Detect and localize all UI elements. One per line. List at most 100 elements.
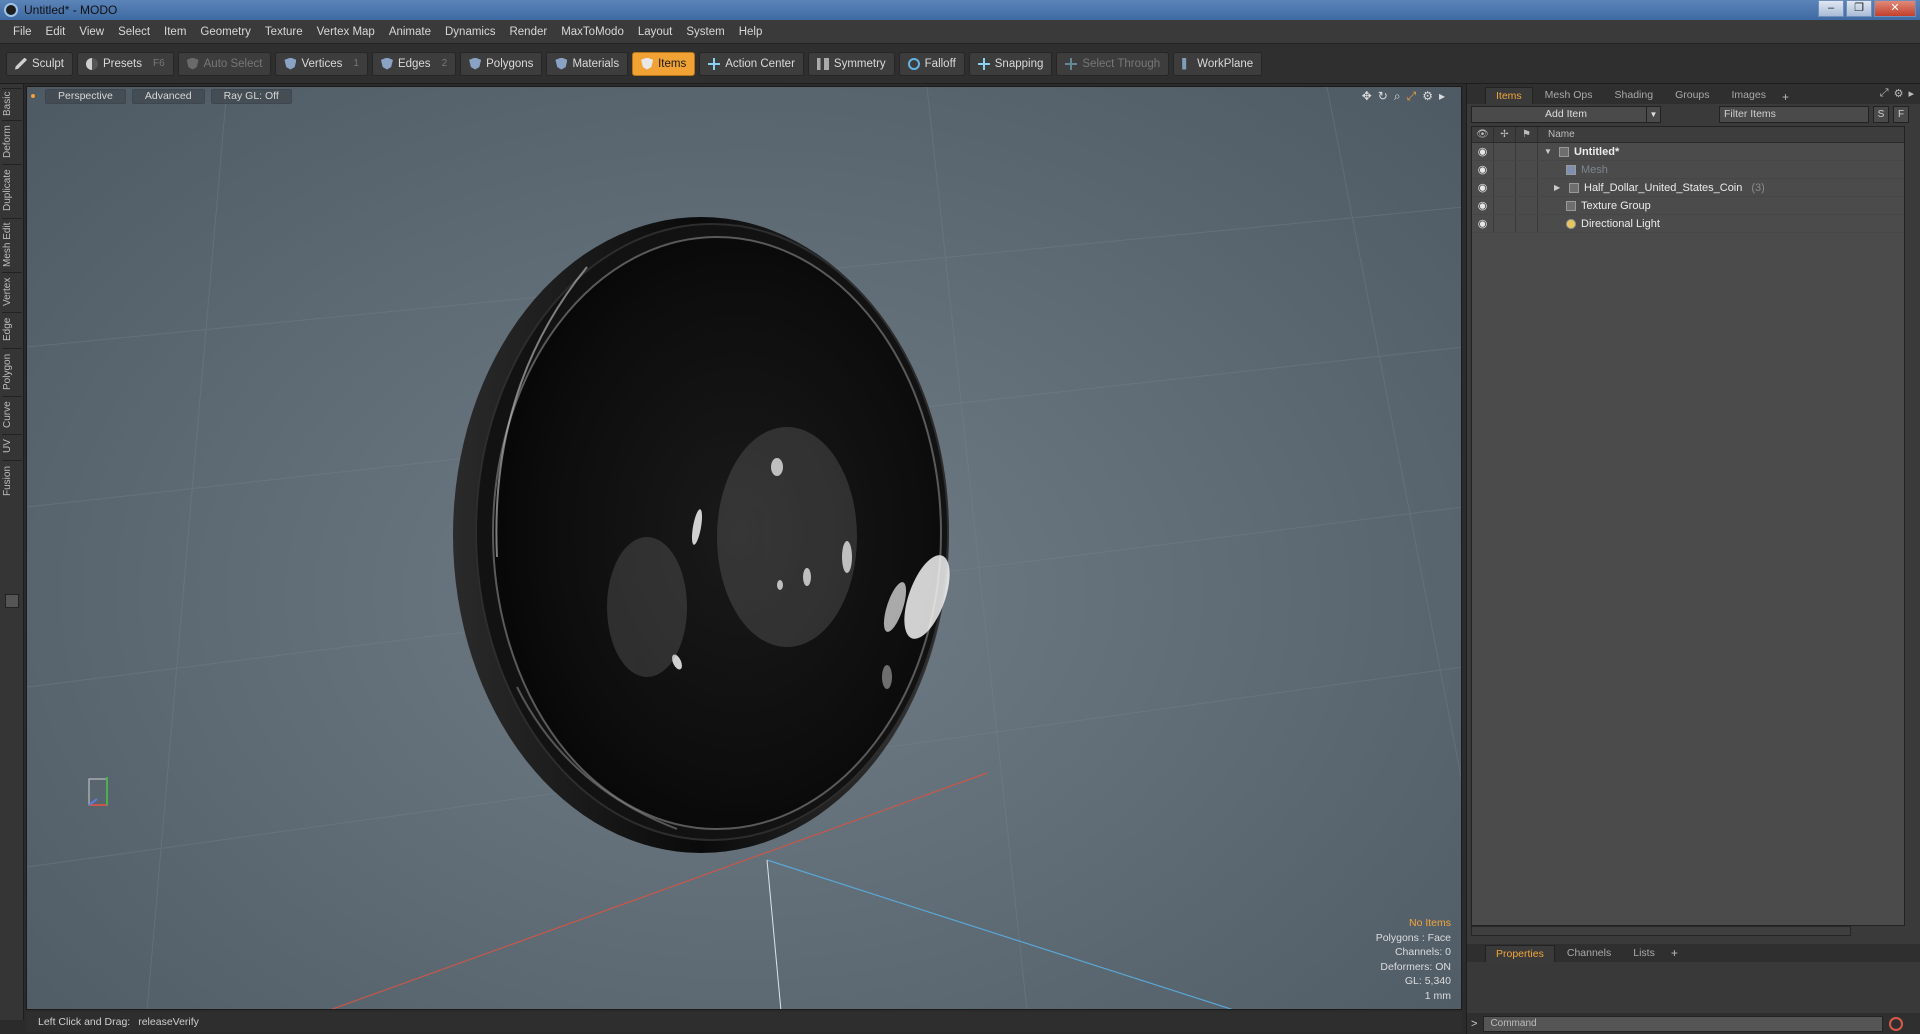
polygons-button[interactable]: Polygons bbox=[460, 51, 543, 76]
panel-gear-icon[interactable]: ⚙ bbox=[1894, 87, 1904, 100]
vertices-button[interactable]: Vertices 1 bbox=[275, 51, 368, 76]
menu-animate[interactable]: Animate bbox=[382, 26, 438, 38]
tab-duplicate[interactable]: Duplicate bbox=[2, 164, 22, 216]
render-column-icon[interactable]: ⚑ bbox=[1516, 127, 1538, 142]
menu-help[interactable]: Help bbox=[732, 26, 770, 38]
filter-items-input[interactable]: Filter Items bbox=[1719, 105, 1869, 123]
sculpt-button[interactable]: Sculpt bbox=[6, 51, 73, 76]
menu-edit[interactable]: Edit bbox=[39, 26, 73, 38]
tab-shading[interactable]: Shading bbox=[1605, 87, 1664, 104]
close-button[interactable]: ✕ bbox=[1874, 0, 1916, 17]
menu-texture[interactable]: Texture bbox=[258, 26, 310, 38]
auto-select-button[interactable]: Auto Select bbox=[177, 51, 272, 76]
light-icon bbox=[1566, 218, 1576, 229]
eye-icon[interactable]: ◉ bbox=[1472, 197, 1494, 214]
add-tab-icon[interactable]: + bbox=[1667, 946, 1682, 960]
tab-edge[interactable]: Edge bbox=[2, 312, 22, 346]
tree-row[interactable]: ◉ ▼ Untitled* bbox=[1472, 143, 1904, 161]
ray-gl-toggle[interactable]: Ray GL: Off bbox=[210, 88, 292, 104]
select-through-button[interactable]: Select Through bbox=[1056, 51, 1170, 76]
restore-button[interactable]: ❐ bbox=[1846, 0, 1872, 17]
panel-toggle-button[interactable] bbox=[5, 594, 19, 608]
lock-column-icon[interactable]: ✢ bbox=[1494, 127, 1516, 142]
action-center-button[interactable]: Action Center bbox=[699, 51, 804, 76]
scene-canvas bbox=[27, 87, 1461, 1009]
add-item-dropdown[interactable]: Add Item ▼ bbox=[1471, 105, 1661, 123]
tree-row[interactable]: ◉ Mesh bbox=[1472, 161, 1904, 179]
eye-icon[interactable]: ◉ bbox=[1472, 215, 1494, 232]
workplane-button[interactable]: WorkPlane bbox=[1173, 51, 1263, 76]
settings-gear-icon[interactable]: ⚙ bbox=[1422, 89, 1433, 104]
workplane-label: WorkPlane bbox=[1197, 57, 1254, 70]
materials-button[interactable]: Materials bbox=[546, 51, 629, 76]
light-item-name: Directional Light bbox=[1581, 217, 1660, 230]
menu-layout[interactable]: Layout bbox=[631, 26, 680, 38]
filter-f-button[interactable]: F bbox=[1893, 105, 1909, 123]
tab-polygon[interactable]: Polygon bbox=[2, 348, 22, 394]
tab-lists[interactable]: Lists bbox=[1623, 945, 1665, 962]
presets-button[interactable]: Presets F6 bbox=[76, 51, 174, 76]
minimize-button[interactable]: – bbox=[1818, 0, 1844, 17]
eye-icon[interactable]: ◉ bbox=[1472, 143, 1494, 160]
menu-vertex-map[interactable]: Vertex Map bbox=[310, 26, 382, 38]
tab-mesh-edit[interactable]: Mesh Edit bbox=[2, 218, 22, 270]
symmetry-label: Symmetry bbox=[833, 57, 886, 70]
scene-name: Untitled* bbox=[1574, 145, 1620, 158]
command-input[interactable]: Command bbox=[1483, 1015, 1884, 1032]
tab-curve[interactable]: Curve bbox=[2, 396, 22, 432]
filter-s-button[interactable]: S bbox=[1873, 105, 1889, 123]
select-through-label: Select Through bbox=[1082, 57, 1161, 70]
tab-fusion[interactable]: Fusion bbox=[2, 460, 22, 500]
3d-viewport[interactable]: Perspective Advanced Ray GL: Off ✥ ↻ ⌕ ⤢… bbox=[26, 86, 1462, 1010]
viewport-menu-dot[interactable] bbox=[31, 94, 35, 98]
name-column-header[interactable]: Name bbox=[1538, 129, 1575, 140]
menu-select[interactable]: Select bbox=[111, 26, 157, 38]
tab-basic[interactable]: Basic bbox=[2, 88, 22, 118]
tree-row[interactable]: ◉ Texture Group bbox=[1472, 197, 1904, 215]
menu-dynamics[interactable]: Dynamics bbox=[438, 26, 502, 38]
menu-item[interactable]: Item bbox=[157, 26, 193, 38]
tab-items[interactable]: Items bbox=[1485, 87, 1533, 104]
tab-deform[interactable]: Deform bbox=[2, 120, 22, 162]
tab-groups[interactable]: Groups bbox=[1665, 87, 1719, 104]
tab-uv[interactable]: UV bbox=[2, 434, 22, 458]
menu-view[interactable]: View bbox=[72, 26, 111, 38]
falloff-button[interactable]: Falloff bbox=[898, 51, 965, 76]
tab-images[interactable]: Images bbox=[1722, 87, 1776, 104]
maximize-icon[interactable]: ⤢ bbox=[1407, 89, 1417, 104]
panel-menu-arrow-icon[interactable]: ▸ bbox=[1908, 87, 1914, 100]
tree-row[interactable]: ◉ ▶ Half_Dollar_United_States_Coin (3) bbox=[1472, 179, 1904, 197]
zoom-icon[interactable]: ⌕ bbox=[1394, 89, 1401, 104]
edges-button[interactable]: Edges 2 bbox=[371, 51, 457, 76]
record-macro-icon[interactable] bbox=[1889, 1016, 1904, 1031]
expand-arrow-icon[interactable]: ▶ bbox=[1554, 183, 1564, 192]
vertices-shortcut: 1 bbox=[353, 58, 359, 69]
modo-logo-icon bbox=[4, 3, 18, 17]
view-advanced-tab[interactable]: Advanced bbox=[131, 88, 205, 104]
tree-horizontal-scrollbar[interactable] bbox=[1471, 926, 1851, 936]
eye-icon[interactable]: ◉ bbox=[1472, 179, 1494, 196]
eye-icon[interactable]: ◉ bbox=[1472, 161, 1494, 178]
items-button[interactable]: Items bbox=[632, 51, 696, 76]
menu-file[interactable]: File bbox=[6, 26, 39, 38]
visibility-column-icon[interactable]: 👁 bbox=[1472, 127, 1494, 142]
viewport-menu-arrow-icon[interactable]: ▸ bbox=[1439, 89, 1445, 104]
menu-maxtomodo[interactable]: MaxToModo bbox=[554, 26, 631, 38]
tab-properties[interactable]: Properties bbox=[1485, 944, 1555, 962]
collapse-arrow-icon[interactable]: ▼ bbox=[1544, 147, 1554, 156]
add-item-label: Add Item bbox=[1544, 107, 1588, 120]
snapping-button[interactable]: Snapping bbox=[968, 51, 1053, 76]
tree-row[interactable]: ◉ Directional Light bbox=[1472, 215, 1904, 233]
menu-system[interactable]: System bbox=[679, 26, 731, 38]
expand-panel-icon[interactable]: ⤢ bbox=[1880, 87, 1889, 100]
menu-render[interactable]: Render bbox=[502, 26, 554, 38]
tab-channels[interactable]: Channels bbox=[1557, 945, 1621, 962]
add-tab-icon[interactable]: + bbox=[1778, 90, 1793, 104]
symmetry-button[interactable]: Symmetry bbox=[807, 51, 895, 76]
menu-geometry[interactable]: Geometry bbox=[193, 26, 258, 38]
rotate-icon[interactable]: ↻ bbox=[1378, 89, 1388, 104]
tab-mesh-ops[interactable]: Mesh Ops bbox=[1535, 87, 1603, 104]
tab-vertex[interactable]: Vertex bbox=[2, 272, 22, 310]
pan-icon[interactable]: ✥ bbox=[1362, 89, 1372, 104]
view-perspective-tab[interactable]: Perspective bbox=[45, 88, 126, 104]
